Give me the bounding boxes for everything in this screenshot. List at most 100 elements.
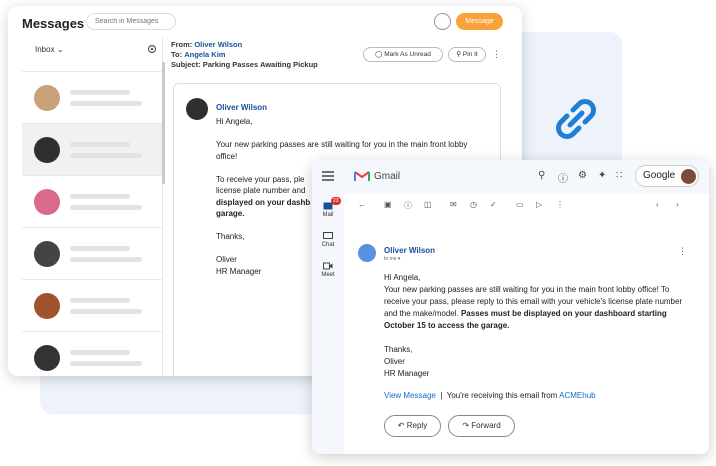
move-to-icon[interactable]: ▭ — [516, 200, 524, 209]
gmail-content: ← ▣ ⓘ ◫ ✉ ◷ ✓ ▭ ▷ ⋮ ‹ › Oliver Wilson to… — [344, 194, 709, 454]
caret-down-icon: ▾ — [397, 256, 401, 262]
nav-mail[interactable]: Mail — [312, 202, 344, 218]
report-spam-icon[interactable]: ⓘ — [404, 200, 412, 211]
greeting: Hi Angela, — [216, 117, 253, 126]
acmehub-link[interactable]: ACMEhub — [559, 391, 595, 400]
avatar — [34, 345, 60, 371]
list-item[interactable] — [22, 331, 163, 376]
apps-grid-icon[interactable]: ∷ — [616, 170, 622, 181]
more-icon[interactable]: ⋮ — [556, 200, 564, 209]
scrollbar[interactable] — [162, 62, 165, 184]
help-icon[interactable]: ⓘ — [558, 170, 568, 185]
pin-button[interactable]: ⚲ Pin It — [448, 47, 486, 62]
gmail-sender-name[interactable]: Oliver Wilson — [384, 246, 435, 255]
avatar — [34, 137, 60, 163]
p2-line-1: To receive your pass, ple — [216, 174, 305, 184]
google-account-button[interactable]: Google — [635, 165, 699, 187]
forward-icon: ↷ — [462, 421, 470, 430]
inbox-dropdown[interactable]: Inbox ⌄ — [35, 45, 64, 54]
nav-chat[interactable]: Chat — [312, 232, 344, 248]
list-item[interactable] — [22, 279, 163, 331]
placeholder-line — [70, 309, 142, 314]
signature-name: Oliver — [384, 357, 405, 366]
paragraph-1: Your new parking passes are still waitin… — [216, 140, 468, 161]
snooze-icon[interactable]: ◷ — [470, 200, 477, 209]
nav-meet[interactable]: Meet — [312, 262, 344, 278]
label-icon[interactable]: ▷ — [536, 200, 542, 209]
to-me-label: to me — [384, 256, 397, 262]
forward-label: Forward — [471, 421, 501, 430]
gear-icon[interactable]: ⚙ — [578, 170, 587, 181]
to-name[interactable]: Angela Kim — [184, 50, 225, 59]
p2-line-3: displayed on your dashb — [216, 197, 311, 207]
wrench-icon[interactable] — [434, 13, 451, 30]
list-item[interactable] — [22, 175, 163, 227]
list-item[interactable] — [22, 227, 163, 279]
placeholder-line — [70, 257, 142, 262]
placeholder-line — [70, 205, 142, 210]
placeholder-line — [70, 153, 142, 158]
avatar — [34, 189, 60, 215]
more-options-icon[interactable]: ⋮ — [678, 246, 687, 257]
menu-icon[interactable] — [322, 171, 334, 181]
back-arrow-icon[interactable]: ← — [358, 200, 366, 209]
chevron-left-icon[interactable]: ‹ — [656, 200, 659, 209]
messages-search-input[interactable] — [86, 13, 176, 30]
mail-badge: 23 — [331, 197, 341, 205]
to-me-dropdown[interactable]: to me ▾ — [384, 256, 400, 262]
placeholder-line — [70, 246, 130, 251]
thanks: Thanks, — [384, 345, 413, 354]
list-item[interactable] — [22, 71, 163, 123]
subject-label: Subject: — [171, 60, 201, 69]
google-label: Google — [643, 170, 676, 181]
placeholder-line — [70, 101, 142, 106]
conversation-list: Inbox ⌄ — [22, 38, 163, 376]
nav-mail-label: Mail — [322, 212, 334, 218]
subject: Parking Passes Awaiting Pickup — [202, 60, 318, 69]
chevron-down-icon: ⌄ — [56, 45, 64, 54]
view-message-link[interactable]: View Message — [384, 391, 436, 400]
avatar — [186, 98, 208, 120]
gmail-logo-icon — [354, 171, 370, 181]
to-label: To: — [171, 50, 183, 59]
more-options-icon[interactable]: ⋮ — [492, 49, 501, 60]
list-item[interactable] — [22, 123, 163, 175]
receiving-text: You're receiving this email from — [446, 391, 558, 400]
placeholder-line — [70, 298, 130, 303]
forward-button[interactable]: ↷ Forward — [448, 415, 515, 437]
add-task-icon[interactable]: ✓ — [490, 200, 497, 209]
avatar — [34, 241, 60, 267]
placeholder-line — [70, 350, 130, 355]
greeting: Hi Angela, — [384, 273, 421, 282]
sender-name: Oliver Wilson — [216, 103, 268, 112]
mark-unread-button[interactable]: ◯ Mark As Unread — [363, 47, 443, 62]
placeholder-line — [70, 142, 130, 147]
video-icon — [323, 262, 333, 270]
signature-title: HR Manager — [384, 369, 430, 378]
placeholder-line — [70, 361, 142, 366]
gmail-title: Gmail — [374, 171, 401, 182]
messages-title: Messages — [22, 16, 85, 31]
from-label: From: — [171, 40, 193, 49]
nav-chat-label: Chat — [321, 242, 335, 248]
message-button[interactable]: Message — [456, 13, 503, 30]
chevron-right-icon[interactable]: › — [676, 200, 679, 209]
email-footer: View Message | You're receiving this ema… — [384, 391, 596, 400]
from-name[interactable]: Oliver Wilson — [194, 40, 242, 49]
separator: | — [440, 391, 443, 400]
placeholder-line — [70, 194, 130, 199]
avatar — [34, 293, 60, 319]
nav-meet-label: Meet — [321, 272, 335, 278]
gear-icon[interactable] — [147, 44, 157, 54]
delete-icon[interactable]: ◫ — [424, 200, 432, 209]
p2-line-2: license plate number and — [216, 186, 306, 195]
search-icon[interactable]: ⚲ — [538, 170, 545, 181]
mark-unread-icon[interactable]: ✉ — [450, 200, 457, 209]
placeholder-line — [70, 90, 130, 95]
reply-button[interactable]: ↶ Reply — [384, 415, 441, 437]
chat-icon — [323, 232, 333, 239]
p2-line-4: garage. — [216, 209, 245, 218]
gmail-email-body: Hi Angela, Your new parking passes are s… — [384, 272, 694, 380]
sparkle-icon[interactable]: ✦ — [598, 170, 606, 181]
archive-icon[interactable]: ▣ — [384, 200, 392, 209]
